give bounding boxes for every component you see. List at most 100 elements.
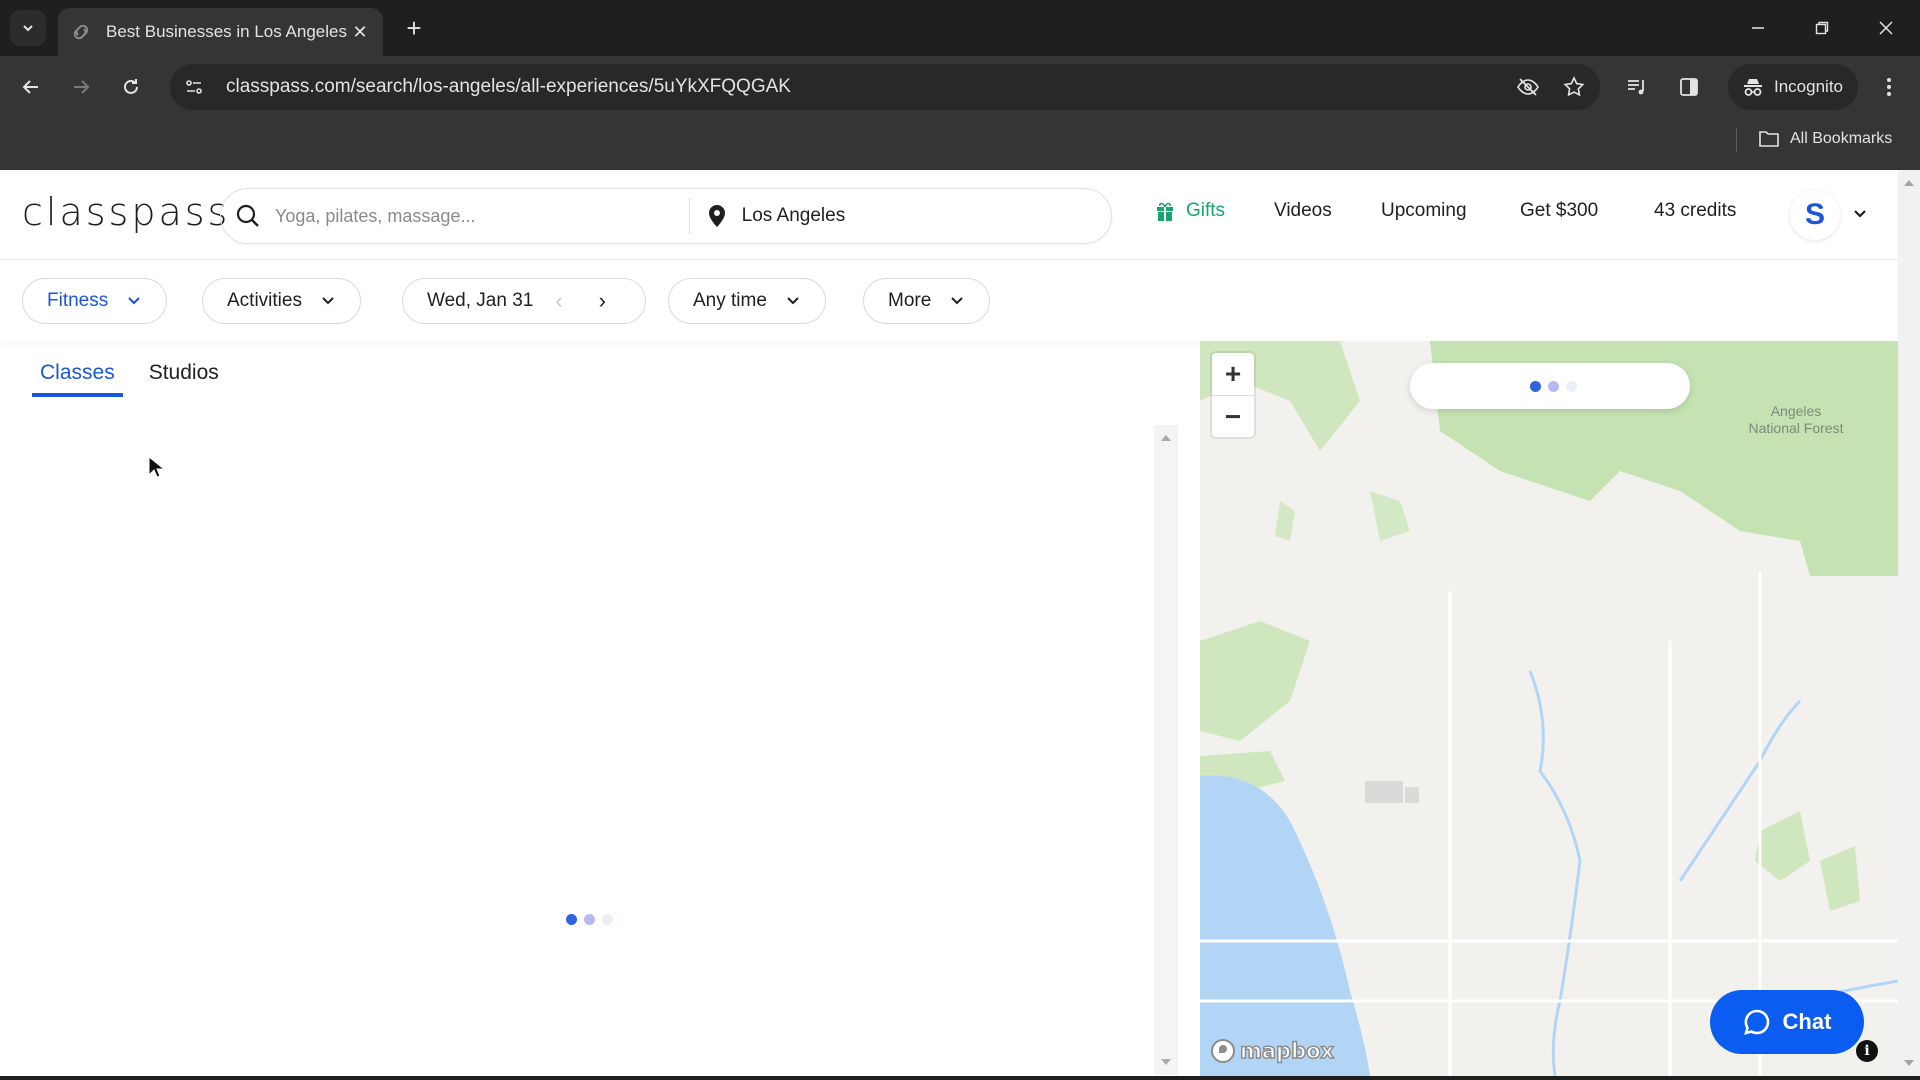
address-bar[interactable]: classpass.com/search/los-angeles/all-exp… bbox=[170, 64, 1600, 110]
get-300-referral-link[interactable]: Get $300 bbox=[1520, 200, 1598, 222]
scroll-down-arrow-icon[interactable] bbox=[1161, 1059, 1171, 1065]
mapbox-logo[interactable]: mapbox bbox=[1210, 1038, 1335, 1064]
browser-menu-icon[interactable] bbox=[1872, 70, 1906, 104]
loading-dot bbox=[584, 914, 595, 925]
activities-filter[interactable]: Activities bbox=[202, 278, 361, 324]
mouse-cursor-icon bbox=[148, 456, 164, 478]
category-filter-label: Fitness bbox=[47, 290, 109, 311]
date-filter-label: Wed, Jan 31 bbox=[427, 290, 534, 311]
zoom-out-button[interactable]: − bbox=[1212, 395, 1254, 437]
restore-icon[interactable] bbox=[1802, 10, 1842, 46]
tab-classes[interactable]: Classes bbox=[32, 361, 123, 397]
all-bookmarks-label: All Bookmarks bbox=[1790, 130, 1893, 147]
search-divider bbox=[689, 198, 691, 234]
map-label-angeles-national-forest: Angeles National Forest bbox=[1696, 403, 1896, 437]
all-bookmarks-button[interactable]: All Bookmarks bbox=[1758, 124, 1892, 154]
bookmark-star-icon[interactable] bbox=[1554, 67, 1594, 107]
classpass-logo[interactable]: classpass bbox=[22, 190, 230, 234]
minimize-icon[interactable] bbox=[1738, 10, 1778, 46]
scroll-up-arrow-icon[interactable] bbox=[1161, 435, 1171, 441]
location-input[interactable] bbox=[741, 205, 1111, 227]
search-input[interactable] bbox=[275, 205, 645, 227]
results-loading-indicator bbox=[566, 914, 613, 925]
media-controls-icon[interactable] bbox=[1620, 70, 1654, 104]
incognito-icon bbox=[1744, 79, 1762, 96]
videos-link[interactable]: Videos bbox=[1274, 200, 1332, 222]
tracking-protection-eye-off-icon[interactable] bbox=[1508, 67, 1548, 107]
time-filter-label: Any time bbox=[693, 290, 767, 311]
tab-studios[interactable]: Studios bbox=[141, 361, 227, 397]
map-label-line: Angeles bbox=[1770, 403, 1822, 419]
search-icon bbox=[235, 203, 261, 229]
location-pin-icon bbox=[708, 203, 729, 229]
map-label-line: National Forest bbox=[1748, 420, 1844, 436]
chat-bubble-icon bbox=[1743, 1009, 1769, 1035]
results-tabs: Classes Studios bbox=[32, 361, 245, 397]
taskbar-edge bbox=[0, 1076, 1920, 1080]
loading-dot bbox=[566, 914, 577, 925]
credits-link[interactable]: 43 credits bbox=[1654, 200, 1736, 222]
airport bbox=[1405, 787, 1419, 803]
loading-dot bbox=[1566, 381, 1577, 392]
zoom-in-button[interactable]: + bbox=[1212, 353, 1254, 395]
airport bbox=[1365, 781, 1403, 803]
tab-title: Best Businesses in Los Angeles bbox=[106, 22, 347, 41]
site-settings-icon[interactable] bbox=[174, 67, 214, 107]
info-icon[interactable]: i bbox=[1856, 1040, 1878, 1062]
side-panel-icon[interactable] bbox=[1672, 70, 1706, 104]
chevron-down-icon bbox=[126, 293, 142, 309]
url-text[interactable]: classpass.com/search/los-angeles/all-exp… bbox=[226, 76, 1508, 98]
account-menu-chevron-icon[interactable] bbox=[1848, 202, 1872, 226]
back-icon[interactable] bbox=[14, 70, 48, 104]
scroll-down-arrow-icon[interactable] bbox=[1904, 1060, 1914, 1066]
loading-link-icon bbox=[70, 21, 92, 43]
chevron-down-icon bbox=[320, 293, 336, 309]
chevron-down-icon bbox=[785, 293, 801, 309]
map-loading-indicator bbox=[1530, 381, 1577, 392]
browser-tab-active[interactable]: Best Businesses in Los Angeles ✕ bbox=[58, 8, 383, 56]
reload-icon[interactable] bbox=[114, 70, 148, 104]
chat-label: Chat bbox=[1782, 1009, 1832, 1034]
map-tiles bbox=[1200, 341, 1898, 1076]
incognito-profile-button[interactable]: Incognito bbox=[1728, 64, 1858, 110]
map-zoom-controls: + − bbox=[1212, 353, 1254, 437]
chevron-down-icon bbox=[949, 293, 965, 309]
folder-icon bbox=[1759, 131, 1779, 147]
chevron-down-icon bbox=[23, 25, 33, 32]
more-filters-label: More bbox=[888, 290, 932, 311]
time-filter[interactable]: Any time bbox=[668, 278, 826, 324]
loading-dot bbox=[602, 914, 613, 925]
close-window-icon[interactable] bbox=[1866, 10, 1906, 46]
date-filter[interactable]: Wed, Jan 31 ‹ › bbox=[402, 278, 646, 324]
forward-icon[interactable] bbox=[64, 70, 98, 104]
gifts-link[interactable]: Gifts bbox=[1156, 200, 1225, 222]
chat-button[interactable]: Chat bbox=[1710, 990, 1864, 1054]
results-scrollbar[interactable] bbox=[1154, 425, 1178, 1075]
page-scrollbar[interactable] bbox=[1898, 170, 1920, 1076]
close-tab-icon[interactable]: ✕ bbox=[349, 21, 371, 43]
next-date-chevron-icon[interactable]: › bbox=[599, 288, 606, 314]
filter-bar: Fitness Activities Wed, Jan 31 ‹ › Any t… bbox=[0, 261, 1898, 341]
gifts-label: Gifts bbox=[1186, 200, 1226, 221]
upcoming-link[interactable]: Upcoming bbox=[1381, 200, 1467, 222]
page-viewport: classpass Gifts Videos Upcoming Get $300… bbox=[0, 170, 1920, 1076]
new-tab-button[interactable]: + bbox=[398, 12, 430, 44]
previous-date-chevron-icon[interactable]: ‹ bbox=[555, 288, 562, 314]
map-loading-pill bbox=[1410, 363, 1690, 409]
category-filter-fitness[interactable]: Fitness bbox=[22, 278, 168, 324]
more-filters[interactable]: More bbox=[863, 278, 991, 324]
scroll-up-arrow-icon[interactable] bbox=[1904, 180, 1914, 186]
mapbox-label: mapbox bbox=[1239, 1038, 1335, 1064]
gift-icon bbox=[1156, 200, 1176, 222]
site-header: classpass Gifts Videos Upcoming Get $300… bbox=[0, 170, 1898, 260]
browser-toolbar: classpass.com/search/los-angeles/all-exp… bbox=[0, 56, 1920, 118]
mapbox-icon bbox=[1211, 1039, 1235, 1063]
tab-search-button[interactable] bbox=[10, 10, 46, 46]
loading-dot bbox=[1548, 381, 1559, 392]
browser-titlebar: Best Businesses in Los Angeles ✕ + bbox=[0, 0, 1920, 56]
results-panel: Classes Studios bbox=[0, 341, 1200, 1076]
user-avatar[interactable]: S bbox=[1790, 190, 1840, 240]
map[interactable]: + − Angeles National Forest bbox=[1200, 341, 1898, 1076]
incognito-label: Incognito bbox=[1774, 77, 1843, 96]
search-bar bbox=[220, 188, 1112, 244]
